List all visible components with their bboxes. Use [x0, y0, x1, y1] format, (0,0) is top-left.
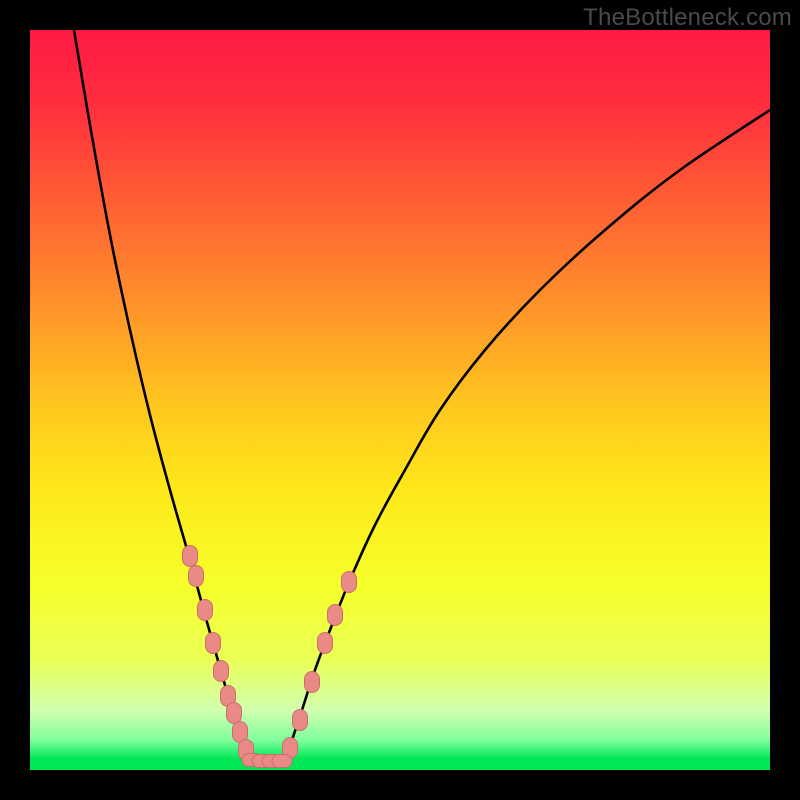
marker-group	[183, 546, 357, 768]
data-marker	[206, 633, 221, 654]
data-marker	[293, 710, 308, 731]
plot-area	[30, 30, 770, 770]
data-marker	[272, 755, 292, 768]
data-marker	[342, 572, 357, 593]
data-marker	[183, 546, 198, 567]
chart-frame: TheBottleneck.com	[0, 0, 800, 800]
data-marker	[227, 703, 242, 724]
data-marker	[328, 605, 343, 626]
right-curve	[285, 110, 770, 760]
data-marker	[214, 661, 229, 682]
data-marker	[198, 600, 213, 621]
data-marker	[189, 566, 204, 587]
curve-layer	[30, 30, 770, 770]
watermark-text: TheBottleneck.com	[583, 4, 792, 32]
left-curve	[74, 30, 250, 760]
data-marker	[305, 672, 320, 693]
data-marker	[318, 633, 333, 654]
